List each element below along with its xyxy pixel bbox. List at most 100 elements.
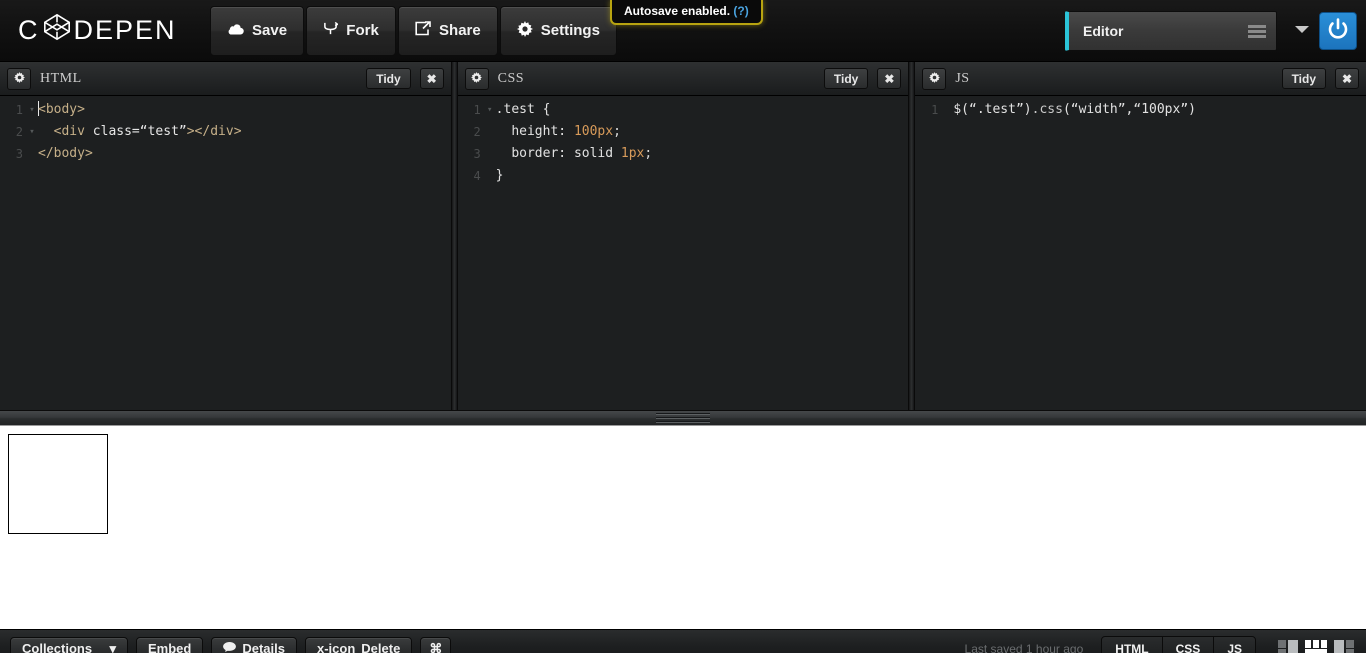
pane-html-title: HTML bbox=[40, 70, 82, 86]
code-token: border: solid bbox=[511, 146, 621, 161]
comment-icon bbox=[223, 641, 237, 653]
fork-icon bbox=[323, 21, 340, 40]
details-button[interactable]: Details bbox=[211, 636, 297, 653]
code-text: <div class=“test”></div> bbox=[38, 121, 451, 143]
pane-html-header: HTML Tidy ✖ bbox=[0, 62, 451, 96]
codepen-logo-icon bbox=[42, 12, 72, 49]
codepen-logo[interactable]: C DEPEN bbox=[0, 12, 210, 49]
pane-divider-css-js[interactable] bbox=[908, 62, 916, 410]
share-button[interactable]: Share bbox=[398, 5, 498, 56]
keyboard-shortcuts-button[interactable]: ⌘ bbox=[420, 636, 452, 653]
editor-preview-splitter[interactable] bbox=[0, 410, 1366, 426]
settings-button[interactable]: Settings bbox=[499, 5, 617, 56]
autosave-help-link[interactable]: (?) bbox=[733, 4, 748, 18]
js-code-editor[interactable]: 1 $(“.test”).css(“width”,“100px”) bbox=[915, 96, 1366, 410]
gear-icon bbox=[471, 70, 483, 88]
code-token: .css bbox=[1031, 102, 1063, 117]
chevron-down-icon bbox=[1294, 22, 1310, 40]
fold-toggle-icon bbox=[941, 99, 953, 121]
fold-toggle-icon[interactable]: ▾ bbox=[484, 99, 496, 121]
fold-toggle-icon bbox=[484, 143, 496, 165]
segment-js[interactable]: JS bbox=[1214, 636, 1255, 653]
code-token: } bbox=[495, 168, 504, 183]
code-token: height: bbox=[511, 124, 574, 139]
close-icon: ✖ bbox=[884, 71, 895, 86]
css-tidy-button[interactable]: Tidy bbox=[823, 68, 869, 89]
cloud-icon bbox=[227, 22, 244, 39]
code-token: <body> bbox=[38, 102, 85, 117]
code-line: 1 ▾ <body> bbox=[0, 99, 451, 121]
last-saved-status: Last saved 1 hour ago bbox=[964, 641, 1084, 653]
details-label: Details bbox=[242, 641, 285, 653]
preview-test-box bbox=[8, 434, 108, 534]
share-label: Share bbox=[439, 22, 481, 39]
code-text: $(“.test”).css(“width”,“100px”) bbox=[953, 99, 1366, 121]
code-line: 1 $(“.test”).css(“width”,“100px”) bbox=[915, 99, 1366, 121]
html-tidy-button[interactable]: Tidy bbox=[366, 68, 411, 89]
embed-button[interactable]: Embed bbox=[136, 636, 204, 653]
top-toolbar: C DEPEN Save Fork Share Settings Autosav… bbox=[0, 0, 1366, 62]
collections-label: Collections bbox=[22, 641, 93, 653]
pane-js-title: JS bbox=[955, 70, 970, 86]
code-line: 2 height: 100px; bbox=[458, 121, 909, 143]
code-text: height: 100px; bbox=[496, 121, 909, 143]
drag-handle-icon bbox=[656, 413, 710, 423]
segment-html[interactable]: HTML bbox=[1102, 636, 1163, 653]
code-line: 1 ▾ .test { bbox=[458, 99, 909, 121]
line-number: 1 bbox=[473, 103, 481, 117]
save-label: Save bbox=[252, 22, 288, 39]
line-number: 2 bbox=[15, 125, 23, 139]
code-token: $(“.test”) bbox=[953, 102, 1032, 117]
line-number: 1 bbox=[931, 103, 939, 117]
logo-text-depen: DEPEN bbox=[73, 15, 177, 45]
layout-left-icon[interactable] bbox=[1278, 640, 1298, 653]
line-number: 2 bbox=[473, 125, 481, 139]
autosave-tooltip-text: Autosave enabled. bbox=[624, 4, 731, 18]
save-button[interactable]: Save bbox=[210, 5, 305, 56]
code-token: <div bbox=[53, 124, 93, 139]
js-settings-button[interactable] bbox=[922, 67, 947, 90]
editor-panes: HTML Tidy ✖ 1 ▾ <body> 2 ▾ <div class=“test”… bbox=[0, 62, 1366, 410]
css-settings-button[interactable] bbox=[464, 67, 489, 90]
fork-button[interactable]: Fork bbox=[306, 5, 397, 56]
code-token: </body> bbox=[38, 146, 93, 161]
layout-top-icon[interactable] bbox=[1305, 640, 1327, 653]
delete-label: Delete bbox=[361, 641, 401, 653]
editor-view-select[interactable]: Editor bbox=[1065, 11, 1277, 51]
line-number: 3 bbox=[473, 147, 481, 161]
power-button[interactable] bbox=[1319, 12, 1357, 50]
gear-icon bbox=[516, 20, 533, 41]
code-text: </body> bbox=[38, 143, 451, 165]
collections-dropdown[interactable]: Collections ▾ bbox=[10, 636, 128, 653]
delete-button[interactable]: x-icon Delete bbox=[304, 636, 413, 653]
html-close-button[interactable]: ✖ bbox=[419, 68, 444, 89]
logo-text-c: C bbox=[18, 15, 40, 45]
header-button-group: Save Fork Share Settings bbox=[210, 5, 617, 56]
html-settings-button[interactable] bbox=[7, 67, 31, 90]
fold-toggle-icon[interactable]: ▾ bbox=[26, 121, 38, 143]
js-close-button[interactable]: ✖ bbox=[1335, 68, 1360, 89]
gear-icon bbox=[928, 70, 940, 88]
code-token: 1px bbox=[620, 146, 645, 161]
close-icon: ✖ bbox=[426, 71, 437, 86]
settings-label: Settings bbox=[540, 22, 600, 39]
fold-toggle-icon bbox=[484, 165, 496, 187]
close-icon: ✖ bbox=[1341, 71, 1353, 86]
fold-toggle-icon bbox=[484, 121, 496, 143]
segment-css[interactable]: CSS bbox=[1162, 636, 1215, 653]
js-tidy-button[interactable]: Tidy bbox=[1281, 68, 1327, 89]
code-token: ; bbox=[644, 146, 653, 161]
code-text: <body> bbox=[38, 99, 451, 121]
pane-divider-html-css[interactable] bbox=[450, 62, 458, 410]
layout-right-icon[interactable] bbox=[1334, 640, 1354, 653]
css-code-editor[interactable]: 1 ▾ .test {2 height: 100px; 3 border: solid… bbox=[457, 96, 909, 410]
pane-html: HTML Tidy ✖ 1 ▾ <body> 2 ▾ <div class=“test”… bbox=[0, 62, 451, 410]
header-dropdown-toggle[interactable] bbox=[1289, 16, 1315, 46]
fork-label: Fork bbox=[346, 22, 379, 39]
power-icon bbox=[1326, 17, 1350, 46]
html-code-editor[interactable]: 1 ▾ <body> 2 ▾ <div class=“test”></div> 3 </bo… bbox=[0, 96, 451, 410]
css-close-button[interactable]: ✖ bbox=[877, 68, 902, 89]
fold-toggle-icon[interactable]: ▾ bbox=[26, 99, 38, 121]
